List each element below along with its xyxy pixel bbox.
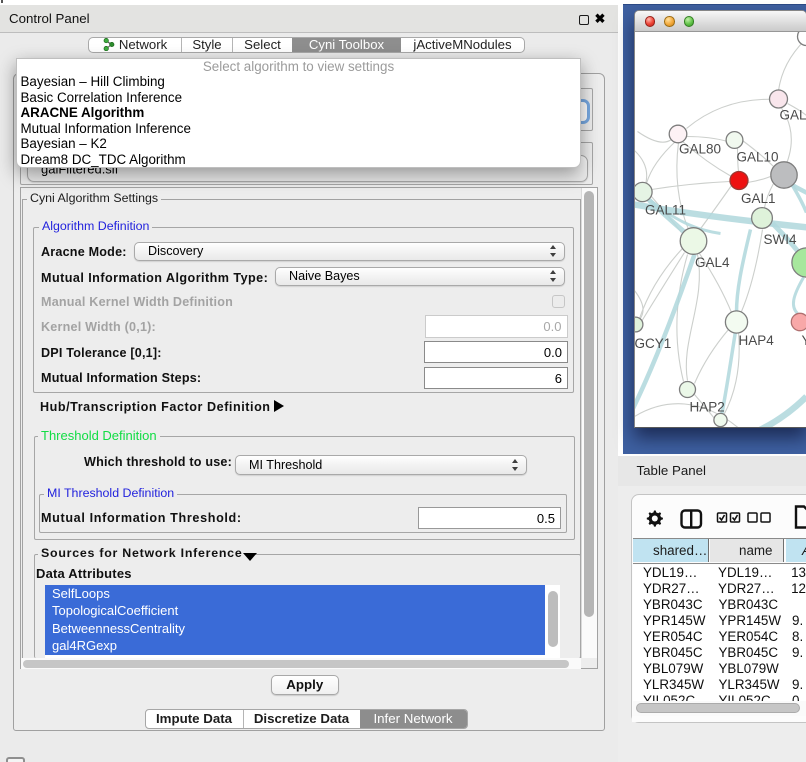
svg-text:HAP2: HAP2 [689, 399, 724, 414]
svg-text:GAL10: GAL10 [736, 149, 778, 164]
svg-text:GCY1: GCY1 [635, 336, 671, 351]
svg-text:GAL1: GAL1 [741, 191, 776, 206]
svg-text:GAL4: GAL4 [695, 255, 730, 270]
svg-text:GAL11: GAL11 [645, 202, 686, 217]
svg-text:HAP4: HAP4 [738, 333, 774, 348]
svg-text:Y: Y [801, 333, 806, 348]
svg-text:GAL7: GAL7 [779, 107, 806, 122]
svg-text:SWI4: SWI4 [763, 232, 796, 247]
svg-text:GAL80: GAL80 [679, 141, 721, 156]
